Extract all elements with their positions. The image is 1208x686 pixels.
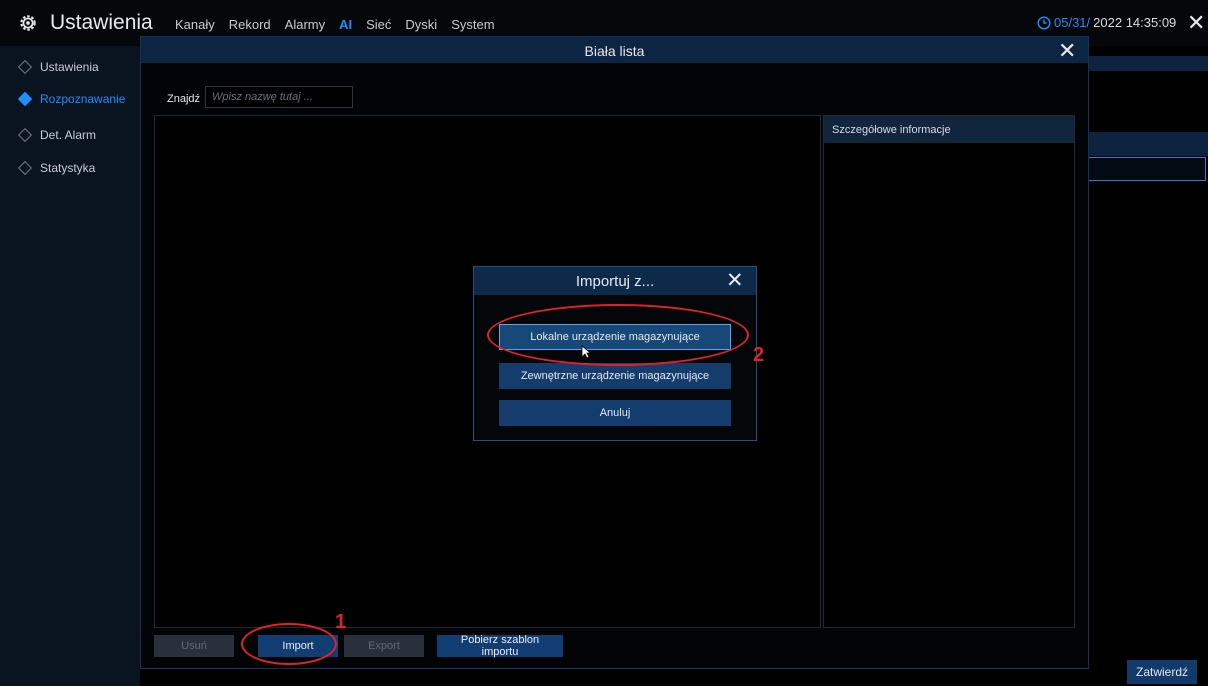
sidebar-item-label: Ustawienia: [40, 60, 99, 74]
search-label: Znajdź: [167, 93, 201, 105]
main-nav: Kanały Rekord Alarmy AI Sieć Dyski Syste…: [175, 17, 495, 32]
search-input[interactable]: [205, 86, 353, 108]
datetime-time: 2022 14:35:09: [1093, 15, 1177, 30]
sidebar-item-label: Rozpoznawanie: [40, 92, 126, 106]
details-panel: Szczegółowe informacje: [823, 115, 1075, 628]
sidebar-item-settings[interactable]: Ustawienia: [0, 51, 140, 83]
nav-tab-ai[interactable]: AI: [339, 17, 352, 32]
close-icon[interactable]: ✕: [726, 270, 744, 291]
sidebar: Ustawienia Rozpoznawanie Det. Alarm Stat…: [0, 46, 140, 686]
cancel-button[interactable]: Anuluj: [499, 400, 731, 426]
nav-tab-system[interactable]: System: [451, 17, 494, 32]
gear-icon: [20, 15, 36, 31]
background-table-header: [1087, 132, 1208, 156]
close-icon[interactable]: ✕: [1187, 12, 1205, 34]
clock-icon: [1037, 15, 1051, 30]
export-button[interactable]: Export: [344, 635, 424, 657]
close-icon[interactable]: ✕: [1058, 40, 1076, 62]
annotation-step-2: 2: [753, 344, 765, 366]
external-storage-button[interactable]: Zewnętrzne urządzenie magazynujące: [499, 363, 731, 389]
nav-tab-network[interactable]: Sieć: [366, 17, 391, 32]
sidebar-item-statistics[interactable]: Statystyka: [0, 152, 140, 184]
background-header-strip: [1087, 56, 1208, 71]
sidebar-item-alarm-detection[interactable]: Det. Alarm: [0, 119, 140, 151]
sidebar-item-label: Det. Alarm: [40, 128, 97, 142]
whitelist-dialog: Biała lista ✕ Znajdź Szczegółowe informa…: [140, 36, 1089, 669]
diamond-icon: [17, 91, 33, 107]
datetime-date: 05/31/: [1054, 15, 1091, 30]
download-template-button[interactable]: Pobierz szablon importu: [437, 634, 563, 658]
diamond-icon: [17, 127, 33, 143]
nav-tab-alarms[interactable]: Alarmy: [285, 17, 325, 32]
dialog-title: Biała lista: [584, 43, 645, 59]
import-dialog-title: Importuj z...: [575, 273, 655, 290]
annotation-circle-local-storage: [487, 304, 749, 366]
nav-tab-disks[interactable]: Dyski: [405, 17, 437, 32]
sidebar-item-label: Statystyka: [40, 161, 96, 175]
details-title: Szczegółowe informacje: [832, 124, 951, 136]
app-title-text: Ustawienia: [50, 11, 153, 34]
diamond-icon: [17, 160, 33, 176]
annotation-circle-import: [241, 623, 337, 665]
datetime-display: 05/31/2022 14:35:09: [1037, 15, 1176, 30]
nav-tab-channels[interactable]: Kanały: [175, 17, 215, 32]
nav-tab-record[interactable]: Rekord: [229, 17, 271, 32]
confirm-button[interactable]: Zatwierdź: [1127, 660, 1197, 684]
diamond-icon: [17, 59, 33, 75]
app-title: Ustawienia: [18, 11, 153, 35]
sidebar-item-recognition[interactable]: Rozpoznawanie: [0, 83, 140, 115]
background-selected-row[interactable]: [1087, 157, 1206, 181]
delete-button[interactable]: Usuń: [154, 635, 234, 657]
annotation-step-1: 1: [335, 611, 347, 633]
